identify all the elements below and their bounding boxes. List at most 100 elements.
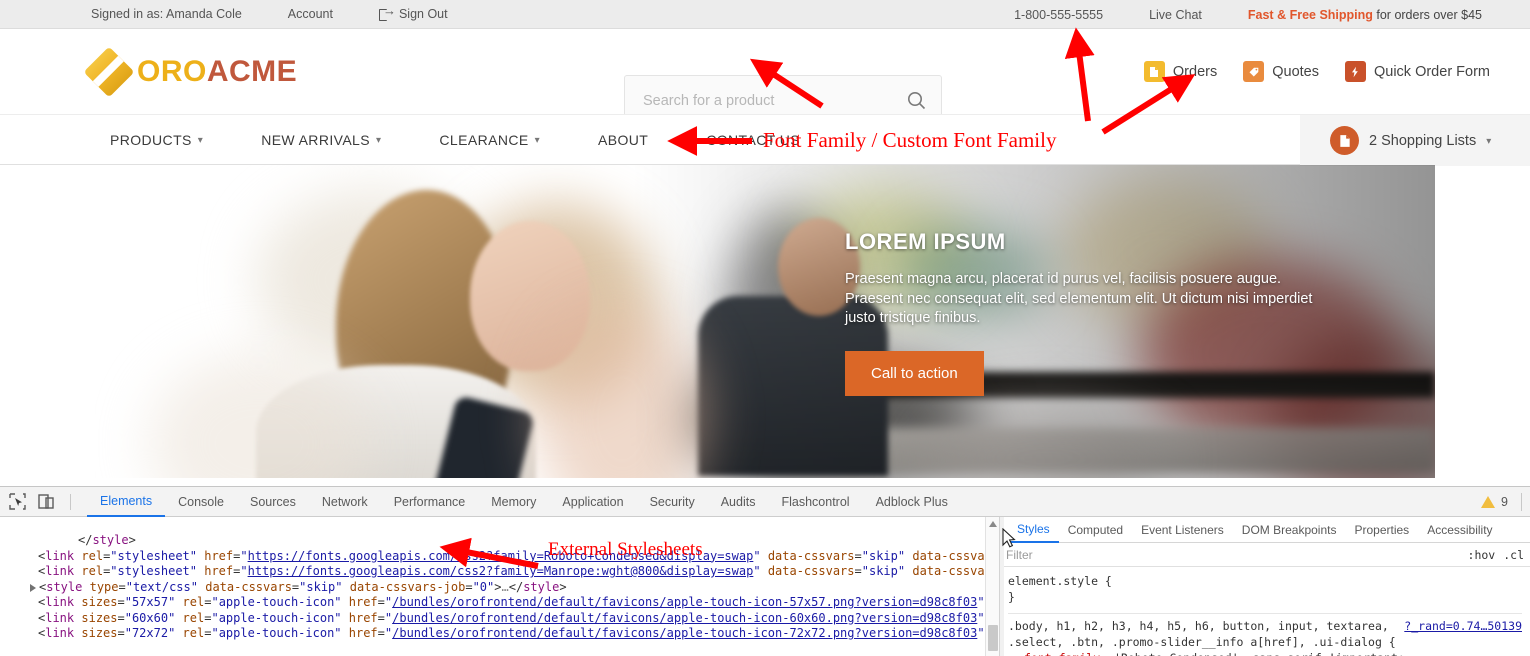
site-header: OROACME Orders: [0, 29, 1530, 126]
quotes-tag-icon: [1243, 61, 1265, 82]
devtools-tab-flashcontrol[interactable]: Flashcontrol: [768, 487, 862, 517]
lightning-bolt-icon: [1344, 61, 1366, 82]
quick-order-form-label: Quick Order Form: [1373, 63, 1490, 80]
nav-item-clearance[interactable]: CLEARANCE ▾: [439, 132, 540, 148]
toggle-hover-state-button[interactable]: :hov: [1468, 548, 1496, 562]
utility-bar-left: Signed in as: Amanda Cole Account Sign O…: [91, 4, 448, 21]
nav-label-clearance: CLEARANCE: [439, 131, 529, 148]
devtools-tab-network[interactable]: Network: [309, 487, 381, 517]
elements-tree-pane: </style> <link rel="stylesheet" href="htt…: [0, 517, 1000, 656]
nav-label-new-arrivals: NEW ARRIVALS: [261, 131, 370, 148]
shopping-lists-button[interactable]: 2 Shopping Lists ▾: [1300, 115, 1530, 166]
styles-pane: Styles Computed Event Listeners DOM Brea…: [1000, 517, 1530, 656]
nav-item-contact-us[interactable]: CONTACT US: [706, 132, 800, 148]
orders-action[interactable]: Orders: [1143, 61, 1217, 82]
search-icon: [907, 92, 925, 110]
toggle-device-toolbar-icon[interactable]: [37, 493, 56, 510]
devtools-tool-icons: [0, 493, 87, 510]
style-declaration[interactable]: font-family: 'Roboto Condensed', sans-se…: [1008, 650, 1522, 656]
devtools-tab-elements[interactable]: Elements: [87, 487, 166, 517]
quotes-action[interactable]: Quotes: [1243, 61, 1319, 82]
nav-label-products: PRODUCTS: [110, 131, 192, 148]
scroll-up-arrow-icon[interactable]: [989, 521, 997, 527]
nav-item-products[interactable]: PRODUCTS ▾: [110, 132, 203, 148]
toolbar-right-divider: [1521, 493, 1522, 511]
nav-item-about[interactable]: ABOUT: [598, 132, 648, 148]
phone-link[interactable]: 1-800-555-5555: [1014, 8, 1103, 22]
devtools-tab-security[interactable]: Security: [637, 487, 708, 517]
warning-indicator[interactable]: 9: [1481, 487, 1508, 517]
styles-tab-event-listeners[interactable]: Event Listeners: [1132, 517, 1233, 543]
logo-text-acme: ACME: [206, 54, 298, 88]
style-declaration-property: font-family: [1024, 651, 1100, 656]
dom-tree[interactable]: </style> <link rel="stylesheet" href="htt…: [0, 517, 999, 642]
hero-cta-button[interactable]: Call to action: [845, 350, 984, 396]
dom-line[interactable]: <link rel="stylesheet" href="https://fon…: [0, 549, 999, 565]
utility-bar: Signed in as: Amanda Cole Account Sign O…: [0, 0, 1530, 29]
hero-text: Praesent magna arcu, placerat id purus v…: [845, 271, 1313, 327]
dom-line[interactable]: <link sizes="72x72" rel="apple-touch-ico…: [0, 626, 999, 642]
dom-line[interactable]: </style>: [0, 533, 999, 549]
inspect-element-icon[interactable]: [8, 493, 27, 510]
styles-tab-accessibility[interactable]: Accessibility: [1418, 517, 1501, 543]
dom-scrollbar[interactable]: [985, 517, 999, 656]
devtools-tab-adblock-plus[interactable]: Adblock Plus: [863, 487, 961, 517]
signed-in-label: Signed in as: Amanda Cole: [91, 7, 242, 21]
nav-label-contact-us: CONTACT US: [706, 131, 800, 148]
warning-count: 9: [1501, 495, 1508, 509]
toolbar-divider: [70, 493, 71, 510]
styles-filter-input[interactable]: [1006, 547, 1460, 562]
style-rule-element-style[interactable]: element.style { }: [1008, 573, 1522, 609]
styles-tab-computed[interactable]: Computed: [1059, 517, 1132, 543]
devtools-tab-sources[interactable]: Sources: [237, 487, 309, 517]
shopping-lists-label: 2 Shopping Lists: [1369, 132, 1477, 149]
devtools-tab-performance[interactable]: Performance: [381, 487, 479, 517]
toggle-class-button[interactable]: .cl: [1503, 548, 1524, 562]
dom-line[interactable]: <link rel="stylesheet" href="https://fon…: [0, 564, 999, 580]
dom-line[interactable]: <style type="text/css" data-cssvars="ski…: [0, 580, 999, 596]
shipping-promo-highlight: Fast & Free Shipping: [1247, 7, 1373, 22]
sign-out-icon: [378, 4, 396, 21]
hero-banner: LOREM IPSUM Praesent magna arcu, placera…: [0, 165, 1530, 478]
devtools-tab-memory[interactable]: Memory: [478, 487, 549, 517]
nav-label-about: ABOUT: [598, 131, 649, 148]
style-rule-source-link[interactable]: ?_rand=0.74…50139: [1404, 618, 1522, 634]
styles-tab-properties[interactable]: Properties: [1345, 517, 1418, 543]
shipping-promo-rest: for orders over $45: [1372, 7, 1482, 22]
utility-bar-right: 1-800-555-5555 Live Chat Fast & Free Shi…: [968, 0, 1482, 29]
shopping-list-document-icon: [1330, 126, 1359, 155]
nav-items: PRODUCTS ▾ NEW ARRIVALS ▾ CLEARANCE ▾ AB…: [110, 132, 858, 148]
style-rule-selector: element.style {: [1008, 574, 1112, 588]
logo-text-oro: ORO: [137, 54, 207, 88]
scrollbar-thumb[interactable]: [988, 625, 998, 651]
style-rule-selector-cont: .select, .btn, .promo-slider__info a[hre…: [1008, 635, 1396, 649]
site-logo[interactable]: OROACME: [83, 46, 297, 97]
style-rule-body-font[interactable]: ?_rand=0.74…50139 .body, h1, h2, h3, h4,…: [1008, 614, 1522, 656]
hero-title: LOREM IPSUM: [845, 229, 1006, 254]
devtools-tab-audits[interactable]: Audits: [708, 487, 769, 517]
sign-out-link[interactable]: Sign Out: [378, 4, 448, 21]
quick-order-form-action[interactable]: Quick Order Form: [1344, 61, 1490, 82]
account-link[interactable]: Account: [288, 7, 333, 21]
hero-content: LOREM IPSUM Praesent magna arcu, placera…: [845, 229, 1315, 396]
devtools-tab-application[interactable]: Application: [549, 487, 636, 517]
dom-line[interactable]: <link sizes="57x57" rel="apple-touch-ico…: [0, 595, 999, 611]
chevron-down-icon: ▾: [534, 134, 541, 146]
styles-tab-dom-breakpoints[interactable]: DOM Breakpoints: [1233, 517, 1346, 543]
devtools-tab-console[interactable]: Console: [165, 487, 237, 517]
live-chat-link[interactable]: Live Chat: [1149, 8, 1202, 22]
warning-triangle-icon: [1481, 496, 1496, 508]
mouse-cursor: [1002, 528, 1016, 548]
shipping-promo: Fast & Free Shipping for orders over $45: [1248, 8, 1482, 22]
orders-document-icon: [1143, 61, 1165, 82]
logo-text: OROACME: [137, 55, 297, 89]
chevron-down-icon: ▾: [1486, 135, 1492, 147]
nav-item-new-arrivals[interactable]: NEW ARRIVALS ▾: [261, 132, 381, 148]
chevron-down-icon: ▾: [375, 134, 382, 146]
sign-out-label: Sign Out: [398, 7, 448, 21]
dom-line[interactable]: <link sizes="60x60" rel="apple-touch-ico…: [0, 611, 999, 627]
styles-rules-list: element.style { } ?_rand=0.74…50139 .bod…: [1000, 567, 1530, 656]
expand-triangle-icon[interactable]: [30, 583, 36, 592]
main-navigation: PRODUCTS ▾ NEW ARRIVALS ▾ CLEARANCE ▾ AB…: [0, 114, 1530, 166]
chevron-down-icon: ▾: [197, 134, 204, 146]
